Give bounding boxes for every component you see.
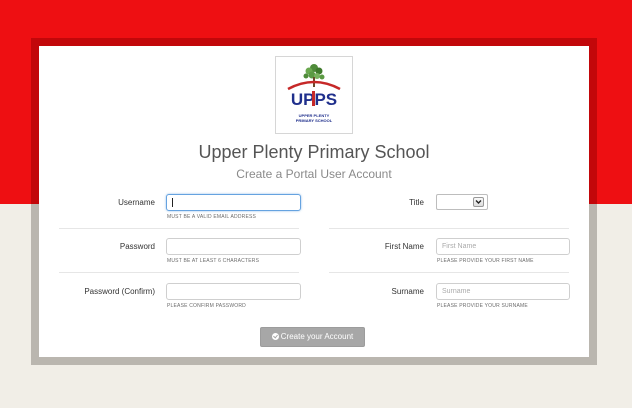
chevron-down-icon[interactable]	[473, 197, 484, 207]
password-confirm-help: PLEASE CONFIRM PASSWORD	[167, 303, 246, 309]
first-name-placeholder: First Name	[442, 243, 477, 250]
signup-card: UPPS UPPER PLENTY PRIMARY SCHOOL Upper P…	[39, 46, 589, 357]
first-name-help: PLEASE PROVIDE YOUR FIRST NAME	[437, 258, 534, 264]
row-divider	[59, 228, 299, 229]
surname-help: PLEASE PROVIDE YOUR SURNAME	[437, 303, 528, 309]
password-label: Password	[119, 242, 155, 251]
page-subtitle: Create a Portal User Account	[236, 167, 392, 181]
username-label: Username	[118, 198, 155, 207]
check-circle-icon	[271, 333, 279, 340]
school-title: Upper Plenty Primary School	[198, 142, 430, 162]
password-help: MUST BE AT LEAST 6 CHARACTERS	[167, 258, 260, 264]
svg-text:PRIMARY SCHOOL: PRIMARY SCHOOL	[296, 118, 333, 123]
row-divider	[329, 228, 569, 229]
password-confirm-input[interactable]	[166, 283, 301, 300]
tree-logo-icon: UPPS UPPER PLENTY PRIMARY SCHOOL	[287, 64, 341, 123]
create-account-label: Create your Account	[280, 332, 354, 341]
password-input[interactable]	[166, 238, 301, 255]
surname-input[interactable]: Surname	[436, 283, 570, 300]
row-divider	[329, 272, 569, 273]
school-logo: UPPS UPPER PLENTY PRIMARY SCHOOL	[275, 56, 353, 134]
row-divider	[59, 272, 299, 273]
username-help: MUST BE A VALID EMAIL ADDRESS	[167, 214, 257, 220]
username-input[interactable]	[166, 194, 301, 211]
first-name-label: First Name	[384, 242, 424, 251]
surname-label: Surname	[391, 287, 424, 296]
title-select[interactable]	[436, 194, 488, 210]
first-name-input[interactable]: First Name	[436, 238, 570, 255]
title-label: Title	[409, 198, 424, 207]
surname-placeholder: Surname	[442, 288, 471, 295]
password-confirm-label: Password (Confirm)	[84, 287, 155, 296]
text-caret	[172, 198, 173, 207]
create-account-button[interactable]: Create your Account	[260, 327, 365, 347]
